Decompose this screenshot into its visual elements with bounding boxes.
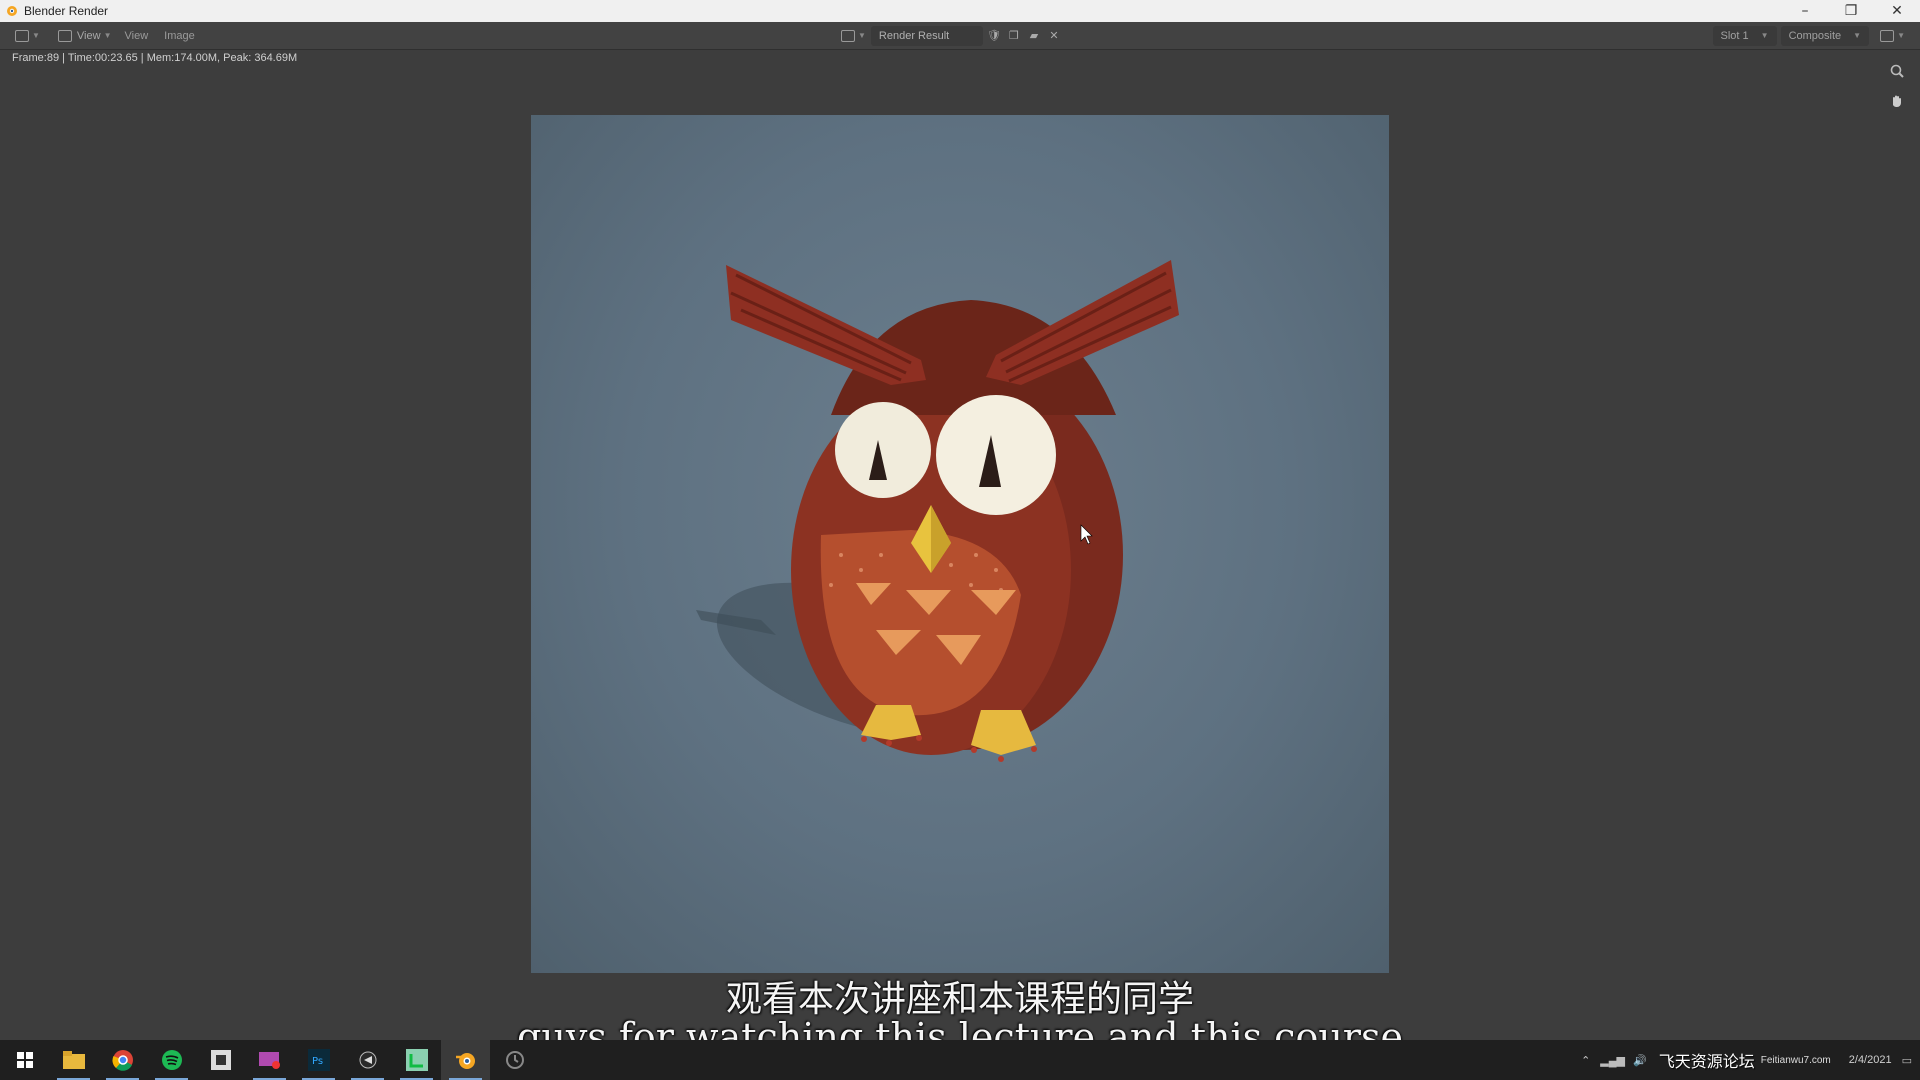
app-square-icon (210, 1050, 231, 1070)
windows-logo-icon (16, 1052, 33, 1068)
app-green-icon (405, 1049, 428, 1071)
network-icon[interactable]: ▂▄▆ (1600, 1054, 1625, 1067)
view-mode-label: View (76, 29, 101, 42)
watermark-site: Feitianwu7.com (1760, 1054, 1831, 1066)
system-tray: ⌃ ▂▄▆ 🔊 飞天资源论坛 Feitianwu7.com 2/4/2021 ▭ (1581, 1040, 1912, 1080)
taskbar: Ps ⌃ ▂▄▆ 🔊 飞天资源论坛 Feitianwu7.com 2/4/202… (0, 1040, 1920, 1080)
blender-icon (455, 1053, 475, 1069)
render-pass-dropdown[interactable]: Composite ▼ (1780, 25, 1870, 46)
notification-icon[interactable]: ▭ (1902, 1054, 1912, 1067)
image-browse-button[interactable]: ▼ (836, 26, 871, 46)
watermark-text: 飞天资源论坛 (1658, 1052, 1755, 1071)
chevron-down-icon: ▼ (1853, 31, 1862, 40)
taskbar-app-square[interactable] (196, 1040, 245, 1080)
image-selector-group: ▼ Render Result 🛡 ❐ ▰ ✕ (836, 25, 1063, 46)
minimize-button[interactable]: – (1782, 0, 1828, 22)
volume-icon[interactable]: 🔊 (1633, 1054, 1647, 1067)
render-result-canvas[interactable] (531, 115, 1389, 973)
spotify-icon (161, 1050, 182, 1070)
image-editor-header: ▼ View ▼ View Image ▼ Render Result 🛡 ❐ ▰… (0, 22, 1920, 50)
menu-image[interactable]: Image (156, 30, 203, 42)
tray-date: 2/4/2021 (1848, 1054, 1892, 1066)
channels-icon (1880, 29, 1895, 42)
render-stats: Frame:89 | Time:00:23.65 | Mem:174.00M, … (12, 52, 298, 64)
blender-logo-icon (7, 6, 17, 16)
zoom-tool-button[interactable] (1884, 58, 1910, 84)
slot-dropdown[interactable]: Slot 1 ▼ (1712, 25, 1777, 46)
owl-render-image (696, 260, 1179, 762)
taskbar-app-green[interactable] (392, 1040, 441, 1080)
display-channels-button[interactable]: ▼ (1875, 26, 1910, 46)
app-dark-icon (359, 1051, 376, 1069)
taskbar-photoshop[interactable]: Ps (294, 1040, 343, 1080)
folder-icon (62, 1051, 85, 1069)
menu-view[interactable]: View (117, 30, 157, 42)
taskbar-app-dark[interactable] (343, 1040, 392, 1080)
chevron-down-icon: ▼ (1897, 31, 1905, 40)
unlink-icon[interactable]: ✕ (1045, 27, 1063, 45)
zoom-icon (1890, 64, 1904, 78)
fake-user-icon[interactable]: 🛡 (985, 27, 1003, 45)
taskbar-file-explorer[interactable] (49, 1040, 98, 1080)
image-name-field[interactable]: Render Result (870, 25, 983, 46)
taskbar-blender[interactable] (441, 1040, 490, 1080)
photoshop-icon: Ps (307, 1049, 330, 1071)
render-pass-label: Composite (1788, 29, 1842, 42)
pan-tool-button[interactable] (1884, 88, 1910, 114)
editor-type-button[interactable]: ▼ (10, 26, 45, 46)
view-mode-dropdown[interactable]: View ▼ (53, 26, 117, 46)
view-icon (57, 29, 72, 42)
chevron-down-icon: ▼ (32, 31, 40, 40)
taskbar-app-circle[interactable] (490, 1040, 539, 1080)
windows-start-button[interactable] (0, 1040, 49, 1080)
duplicate-icon[interactable]: ❐ (1005, 27, 1023, 45)
maximize-button[interactable]: ❐ (1828, 0, 1874, 22)
title-bar: Blender Render – ❐ ✕ (0, 0, 1920, 22)
chrome-icon (111, 1050, 133, 1071)
chevron-down-icon: ▼ (103, 31, 112, 40)
taskbar-spotify[interactable] (147, 1040, 196, 1080)
svg-text:Ps: Ps (312, 1056, 323, 1067)
chevron-down-icon: ▼ (858, 31, 866, 40)
close-button[interactable]: ✕ (1874, 0, 1920, 22)
hand-icon (1893, 95, 1901, 107)
blender-render-window: Blender Render – ❐ ✕ ▼ View ▼ View Image … (0, 0, 1920, 1080)
image-editor-icon (15, 29, 29, 42)
open-folder-icon[interactable]: ▰ (1025, 27, 1043, 45)
tray-clock[interactable]: 2/4/2021 (1849, 1053, 1892, 1067)
mail-icon (258, 1052, 280, 1069)
chevron-down-icon: ▼ (1760, 31, 1769, 40)
window-title: Blender Render (24, 4, 109, 18)
slot-group: Slot 1 ▼ Composite ▼ ▼ (1709, 25, 1910, 46)
slot-label: Slot 1 (1720, 29, 1749, 42)
image-browse-icon (841, 29, 855, 42)
taskbar-chrome[interactable] (98, 1040, 147, 1080)
taskbar-app-mail[interactable] (245, 1040, 294, 1080)
tray-expand-icon[interactable]: ⌃ (1581, 1054, 1590, 1067)
app-circle-icon (505, 1051, 524, 1069)
